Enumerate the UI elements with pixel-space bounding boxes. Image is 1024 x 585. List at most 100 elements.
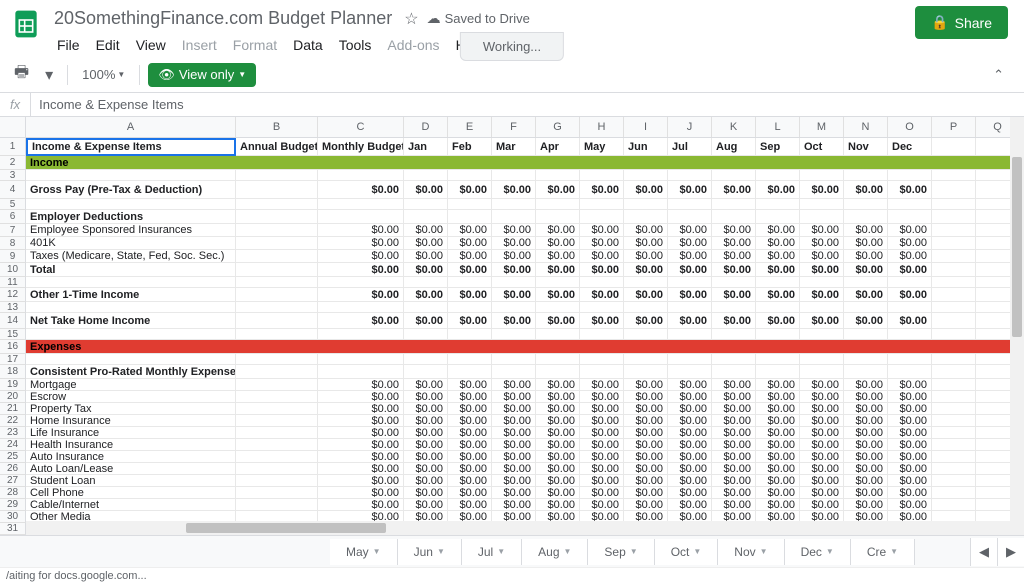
cell-A4[interactable]: Gross Pay (Pre-Tax & Deduction) bbox=[26, 181, 236, 199]
menu-view[interactable]: View bbox=[129, 33, 173, 57]
row-header-25[interactable]: 25 bbox=[0, 451, 26, 463]
cell-G13[interactable] bbox=[536, 302, 580, 313]
cell-B9[interactable] bbox=[236, 250, 318, 263]
cell-I7[interactable]: $0.00 bbox=[624, 224, 668, 237]
cell-K1[interactable]: Aug bbox=[712, 138, 756, 156]
cell-G7[interactable]: $0.00 bbox=[536, 224, 580, 237]
cell-B7[interactable] bbox=[236, 224, 318, 237]
cell-G25[interactable]: $0.00 bbox=[536, 451, 580, 463]
cell-C5[interactable] bbox=[318, 199, 404, 210]
cell-B5[interactable] bbox=[236, 199, 318, 210]
col-header-A[interactable]: A bbox=[26, 117, 236, 137]
cell-N11[interactable] bbox=[844, 277, 888, 288]
cell-K12[interactable]: $0.00 bbox=[712, 288, 756, 302]
cell-D11[interactable] bbox=[404, 277, 448, 288]
sheet-tab-jun[interactable]: Jun ▼ bbox=[398, 539, 462, 565]
cell-P14[interactable] bbox=[932, 313, 976, 329]
cell-C25[interactable]: $0.00 bbox=[318, 451, 404, 463]
cell-F1[interactable]: Mar bbox=[492, 138, 536, 156]
cell-B13[interactable] bbox=[236, 302, 318, 313]
cell-P21[interactable] bbox=[932, 403, 976, 415]
cell-B28[interactable] bbox=[236, 487, 318, 499]
cell-L28[interactable]: $0.00 bbox=[756, 487, 800, 499]
cell-B25[interactable] bbox=[236, 451, 318, 463]
cell-J18[interactable] bbox=[668, 365, 712, 379]
cell-E7[interactable]: $0.00 bbox=[448, 224, 492, 237]
row-header-15[interactable]: 15 bbox=[0, 329, 26, 340]
cell-P11[interactable] bbox=[932, 277, 976, 288]
cell-D17[interactable] bbox=[404, 354, 448, 365]
cell-B11[interactable] bbox=[236, 277, 318, 288]
cell-P22[interactable] bbox=[932, 415, 976, 427]
cell-B29[interactable] bbox=[236, 499, 318, 511]
cell-L15[interactable] bbox=[756, 329, 800, 340]
cell-G5[interactable] bbox=[536, 199, 580, 210]
cell-J15[interactable] bbox=[668, 329, 712, 340]
cell-H13[interactable] bbox=[580, 302, 624, 313]
cell-N28[interactable]: $0.00 bbox=[844, 487, 888, 499]
cell-H23[interactable]: $0.00 bbox=[580, 427, 624, 439]
cell-K22[interactable]: $0.00 bbox=[712, 415, 756, 427]
cell-D29[interactable]: $0.00 bbox=[404, 499, 448, 511]
cell-O14[interactable]: $0.00 bbox=[888, 313, 932, 329]
col-header-O[interactable]: O bbox=[888, 117, 932, 137]
col-header-H[interactable]: H bbox=[580, 117, 624, 137]
cell-O18[interactable] bbox=[888, 365, 932, 379]
cell-L23[interactable]: $0.00 bbox=[756, 427, 800, 439]
cell-D8[interactable]: $0.00 bbox=[404, 237, 448, 250]
cell-C7[interactable]: $0.00 bbox=[318, 224, 404, 237]
sheet-tab-sep[interactable]: Sep ▼ bbox=[588, 539, 654, 565]
cell-H8[interactable]: $0.00 bbox=[580, 237, 624, 250]
col-header-K[interactable]: K bbox=[712, 117, 756, 137]
cell-K4[interactable]: $0.00 bbox=[712, 181, 756, 199]
cell-B4[interactable] bbox=[236, 181, 318, 199]
cell-A24[interactable]: Health Insurance bbox=[26, 439, 236, 451]
row-header-8[interactable]: 8 bbox=[0, 237, 26, 250]
cell-N13[interactable] bbox=[844, 302, 888, 313]
cell-A14[interactable]: Net Take Home Income bbox=[26, 313, 236, 329]
cell-M8[interactable]: $0.00 bbox=[800, 237, 844, 250]
cell-C27[interactable]: $0.00 bbox=[318, 475, 404, 487]
cell-G3[interactable] bbox=[536, 170, 580, 181]
cell-D1[interactable]: Jan bbox=[404, 138, 448, 156]
cell-N23[interactable]: $0.00 bbox=[844, 427, 888, 439]
cell-E11[interactable] bbox=[448, 277, 492, 288]
cell-N27[interactable]: $0.00 bbox=[844, 475, 888, 487]
cell-C18[interactable] bbox=[318, 365, 404, 379]
cell-N18[interactable] bbox=[844, 365, 888, 379]
cell-A25[interactable]: Auto Insurance bbox=[26, 451, 236, 463]
sheets-logo[interactable] bbox=[8, 6, 44, 42]
cell-A13[interactable] bbox=[26, 302, 236, 313]
tab-scroll-left[interactable]: ◀ bbox=[970, 538, 997, 566]
cell-A10[interactable]: Total bbox=[26, 263, 236, 277]
cell-G19[interactable]: $0.00 bbox=[536, 379, 580, 391]
cell-I3[interactable] bbox=[624, 170, 668, 181]
cell-E1[interactable]: Feb bbox=[448, 138, 492, 156]
cell-D18[interactable] bbox=[404, 365, 448, 379]
cell-A3[interactable] bbox=[26, 170, 236, 181]
cell-J11[interactable] bbox=[668, 277, 712, 288]
cell-D3[interactable] bbox=[404, 170, 448, 181]
cell-F5[interactable] bbox=[492, 199, 536, 210]
cell-E5[interactable] bbox=[448, 199, 492, 210]
row-header-13[interactable]: 13 bbox=[0, 302, 26, 313]
cell-K8[interactable]: $0.00 bbox=[712, 237, 756, 250]
cell-J28[interactable]: $0.00 bbox=[668, 487, 712, 499]
cell-G22[interactable]: $0.00 bbox=[536, 415, 580, 427]
cell-I1[interactable]: Jun bbox=[624, 138, 668, 156]
cell-O28[interactable]: $0.00 bbox=[888, 487, 932, 499]
cell-J29[interactable]: $0.00 bbox=[668, 499, 712, 511]
cell-O1[interactable]: Dec bbox=[888, 138, 932, 156]
cell-D13[interactable] bbox=[404, 302, 448, 313]
cell-H22[interactable]: $0.00 bbox=[580, 415, 624, 427]
cell-H27[interactable]: $0.00 bbox=[580, 475, 624, 487]
cell-F20[interactable]: $0.00 bbox=[492, 391, 536, 403]
cell-B27[interactable] bbox=[236, 475, 318, 487]
cell-I8[interactable]: $0.00 bbox=[624, 237, 668, 250]
cell-I6[interactable] bbox=[624, 210, 668, 224]
cell-N1[interactable]: Nov bbox=[844, 138, 888, 156]
doc-title[interactable]: 20SomethingFinance.com Budget Planner bbox=[50, 6, 396, 31]
row-header-22[interactable]: 22 bbox=[0, 415, 26, 427]
cell-K3[interactable] bbox=[712, 170, 756, 181]
cell-M25[interactable]: $0.00 bbox=[800, 451, 844, 463]
